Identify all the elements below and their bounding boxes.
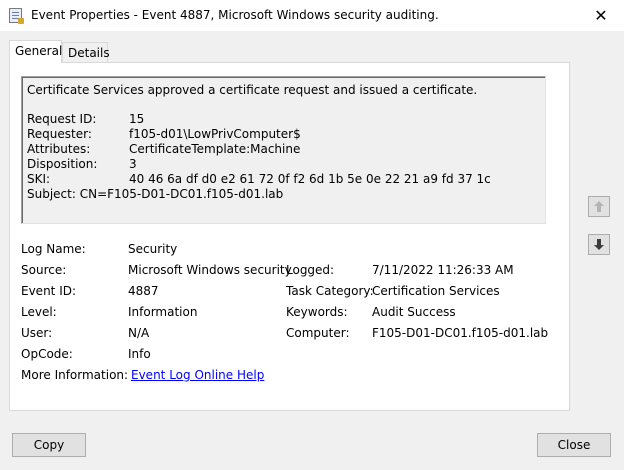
field-value: f105-d01\LowPrivComputer$ (129, 127, 301, 141)
user-label: User: (21, 326, 53, 340)
opcode-label: OpCode: (21, 347, 73, 361)
close-button[interactable]: Close (537, 433, 611, 457)
event-description-box[interactable]: Certificate Services approved a certific… (21, 76, 546, 224)
field-request-id: Request ID: 15 (27, 112, 144, 126)
field-value: CertificateTemplate:Machine (129, 142, 301, 156)
log-name-value: Security (128, 242, 178, 256)
arrow-up-icon (594, 201, 604, 212)
computer-label: Computer: (286, 326, 350, 340)
field-value: 3 (129, 157, 137, 171)
logged-value: 7/11/2022 11:26:33 AM (372, 263, 514, 277)
field-ski: SKI: 40 46 6a df d0 e2 61 72 0f f2 6d 1b… (27, 172, 491, 186)
event-viewer-icon (9, 8, 24, 24)
opcode-value: Info (128, 347, 151, 361)
keywords-label: Keywords: (286, 305, 348, 319)
event-id-value: 4887 (128, 284, 159, 298)
field-attributes: Attributes: CertificateTemplate:Machine (27, 142, 300, 156)
logged-label: Logged: (286, 263, 335, 277)
window-title: Event Properties - Event 4887, Microsoft… (31, 8, 439, 22)
computer-value: F105-D01-DC01.f105-d01.lab (372, 326, 549, 340)
field-label: Disposition: (27, 157, 98, 171)
task-category-value: Certification Services (372, 284, 500, 298)
field-label: Attributes: (27, 142, 91, 156)
field-value: 15 (129, 112, 145, 126)
source-label: Source: (21, 263, 67, 277)
user-value: N/A (128, 326, 150, 340)
next-event-button[interactable] (588, 234, 610, 255)
level-label: Level: (21, 305, 57, 319)
copy-button[interactable]: Copy (12, 433, 86, 457)
field-label: SKI: (27, 172, 51, 186)
keywords-value: Audit Success (372, 305, 456, 319)
event-log-online-help-link[interactable]: Event Log Online Help (131, 368, 264, 382)
log-name-label: Log Name: (21, 242, 86, 256)
field-requester: Requester: f105-d01\LowPrivComputer$ (27, 127, 301, 141)
field-disposition: Disposition: 3 (27, 157, 137, 171)
more-information-label: More Information: (21, 368, 129, 382)
description-summary: Certificate Services approved a certific… (27, 83, 478, 97)
field-label: Requester: (27, 127, 92, 141)
field-label: Request ID: (27, 112, 97, 126)
tab-general[interactable]: General (9, 40, 62, 63)
previous-event-button[interactable] (588, 196, 610, 217)
task-category-label: Task Category: (286, 284, 374, 298)
close-icon[interactable]: ✕ (578, 0, 624, 31)
title-bar: Event Properties - Event 4887, Microsoft… (0, 0, 624, 31)
source-value: Microsoft Windows security (128, 263, 292, 277)
tab-details[interactable]: Details (62, 42, 110, 62)
arrow-down-icon (594, 239, 604, 250)
level-value: Information (128, 305, 198, 319)
event-id-label: Event ID: (21, 284, 77, 298)
field-value: 40 46 6a df d0 e2 61 72 0f f2 6d 1b 5e 0… (129, 172, 491, 186)
field-subject: Subject: CN=F105-D01-DC01.f105-d01.lab (27, 187, 284, 201)
